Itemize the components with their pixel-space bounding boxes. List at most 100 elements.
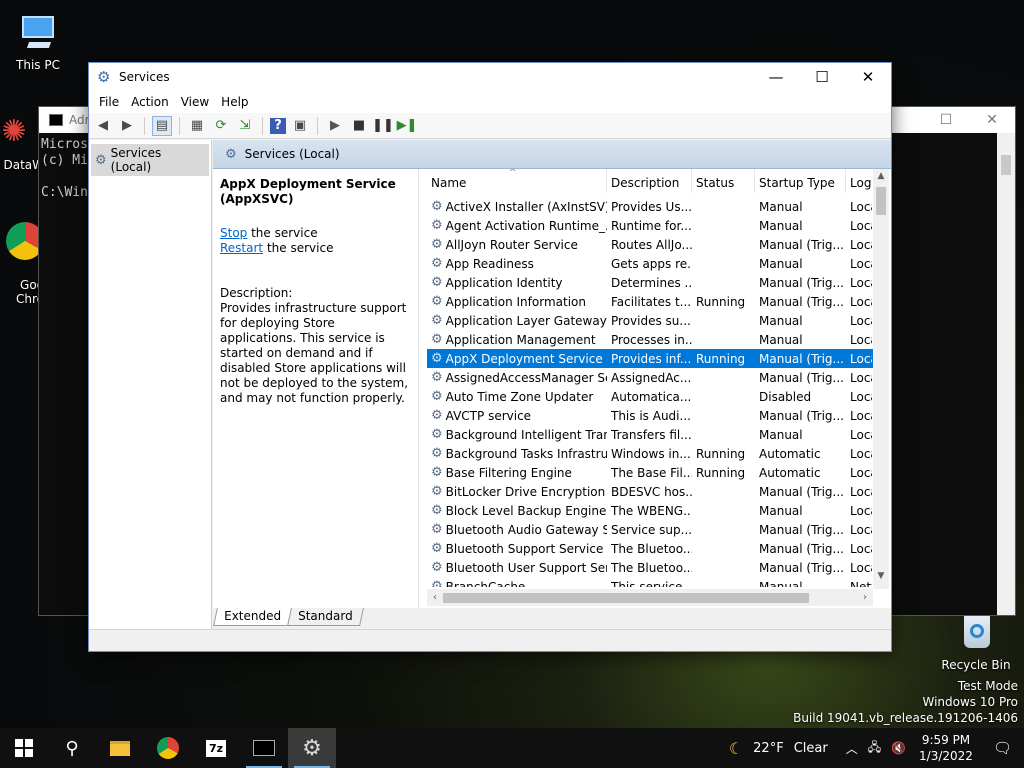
- cmd-close-button[interactable]: ✕: [969, 107, 1015, 133]
- 7zip-button[interactable]: 7z: [192, 728, 240, 768]
- help-icon[interactable]: ?: [270, 117, 286, 134]
- notification-icon[interactable]: 🗨: [981, 739, 1024, 757]
- desktop-icon-recycle-bin[interactable]: Recycle Bin: [936, 610, 1016, 672]
- gear-icon: ⚙: [431, 256, 443, 271]
- table-row[interactable]: ⚙ Agent Activation Runtime_... Runtime for…: [427, 216, 873, 235]
- tab-standard[interactable]: Standard: [287, 608, 364, 626]
- toolbar-separator: [179, 116, 180, 135]
- service-name-cell: ⚙ AllJoyn Router Service: [427, 238, 607, 252]
- table-row[interactable]: ⚙Background Tasks Infrastruc... Windows i…: [427, 444, 873, 463]
- weather-temperature[interactable]: 22°F: [748, 741, 789, 756]
- export-list-icon[interactable]: ⇲: [235, 116, 255, 136]
- services-titlebar[interactable]: ⚙ Services — ☐ ✕: [89, 63, 891, 91]
- network-icon[interactable]: 🖧: [863, 738, 886, 759]
- table-row[interactable]: ⚙ AssignedAccessManager Se... AssignedAc..…: [427, 368, 873, 387]
- column-header-startup-type[interactable]: Startup Type: [755, 169, 846, 193]
- cmd-scrollbar[interactable]: [997, 133, 1015, 615]
- restart-link[interactable]: Restart: [220, 241, 263, 255]
- start-service-icon[interactable]: ▶: [325, 116, 345, 136]
- table-row[interactable]: ⚙ Application Identity Determines ... Manua…: [427, 273, 873, 292]
- table-row[interactable]: ⚙ Block Level Backup Engine ... The WBENG.…: [427, 501, 873, 520]
- gear-icon: ⚙: [431, 446, 443, 461]
- close-button[interactable]: ✕: [845, 63, 891, 91]
- service-logon-cell: Loca: [850, 522, 872, 537]
- stop-service-icon[interactable]: ■: [349, 116, 369, 136]
- tree-item-services-local[interactable]: ⚙ Services (Local): [91, 144, 209, 176]
- forward-arrow-icon[interactable]: ▶: [117, 116, 137, 136]
- table-row[interactable]: ⚙ Auto Time Zone Updater Automatica... Disa…: [427, 387, 873, 406]
- menu-file[interactable]: File: [93, 95, 125, 109]
- chevron-up-icon[interactable]: ︿: [841, 740, 863, 757]
- horizontal-scrollbar[interactable]: ‹ ›: [427, 589, 873, 606]
- table-row[interactable]: ⚙ Bluetooth Support Service The Bluetoo...…: [427, 539, 873, 558]
- selected-service-title: AppX Deployment Service (AppXSVC): [220, 177, 396, 206]
- table-row[interactable]: ⚙ Bluetooth Audio Gateway S... Service sup…: [427, 520, 873, 539]
- table-row[interactable]: ⚙ Application Information Facilitates t...…: [427, 292, 873, 311]
- table-row[interactable]: ⚙ AppX Deployment Service (... Provides in…: [427, 349, 873, 368]
- vertical-scrollbar[interactable]: ▲ ▼: [873, 169, 889, 589]
- cmd-maximize-button[interactable]: ☐: [923, 107, 969, 133]
- toolbar-separator: [144, 116, 145, 135]
- table-row[interactable]: ⚙ BitLocker Drive Encryption ... BDESVC ho…: [427, 482, 873, 501]
- menu-action[interactable]: Action: [125, 95, 175, 109]
- service-description: Description: Provides infrastructure sup…: [220, 286, 412, 406]
- console-icon[interactable]: ▣: [290, 116, 310, 136]
- stop-link[interactable]: Stop: [220, 226, 247, 240]
- table-row[interactable]: ⚙ AllJoyn Router Service Routes AllJo... Ma…: [427, 235, 873, 254]
- table-row[interactable]: ⚙ Base Filtering Engine The Base Fil... Run…: [427, 463, 873, 482]
- services-list[interactable]: Name ^ Description Status Startup Type L…: [427, 169, 889, 608]
- table-row[interactable]: ⚙ Application Layer Gateway ... Provides s…: [427, 311, 873, 330]
- service-description-cell: This service ...: [611, 579, 692, 588]
- start-button[interactable]: [0, 728, 48, 768]
- service-status-cell: Running: [696, 294, 746, 309]
- pause-service-icon[interactable]: ❚❚: [372, 116, 394, 136]
- scroll-thumb[interactable]: [876, 187, 886, 215]
- search-button[interactable]: ⚲: [48, 728, 96, 768]
- service-name: Application Information: [445, 294, 586, 309]
- volume-muted-icon[interactable]: 🔇: [886, 741, 911, 755]
- scroll-thumb[interactable]: [443, 593, 809, 603]
- back-arrow-icon[interactable]: ◀: [93, 116, 113, 136]
- table-row[interactable]: ⚙ Background Intelligent Tran... Transfers…: [427, 425, 873, 444]
- service-status-cell: Running: [696, 351, 746, 366]
- file-explorer-button[interactable]: [96, 728, 144, 768]
- refresh-icon[interactable]: ⟳: [211, 116, 231, 136]
- scroll-down-arrow-icon[interactable]: ▼: [873, 571, 889, 581]
- table-row[interactable]: ⚙BranchCache This service ... Manual Netv: [427, 577, 873, 588]
- service-startup-cell: Manual (Trig...: [759, 560, 844, 575]
- clock[interactable]: 9:59 PM 1/3/2022: [911, 732, 981, 764]
- desktop-icon-this-pc[interactable]: This PC: [0, 10, 76, 72]
- scroll-left-arrow-icon[interactable]: ‹: [427, 589, 443, 606]
- chrome-button[interactable]: [144, 728, 192, 768]
- restart-service-icon[interactable]: ▶❚: [397, 116, 418, 136]
- table-row[interactable]: ⚙App Readiness Gets apps re... Manual Loca: [427, 254, 873, 273]
- gear-icon: ⚙: [431, 579, 443, 587]
- table-row[interactable]: ⚙ Bluetooth User Support Ser... The Blueto…: [427, 558, 873, 577]
- weather-moon-icon[interactable]: ☾: [724, 739, 748, 758]
- cmd-taskbar-button[interactable]: [240, 728, 288, 768]
- toolbar-separator: [262, 116, 263, 135]
- restart-suffix: the service: [263, 241, 334, 255]
- menu-help[interactable]: Help: [215, 95, 254, 109]
- table-row[interactable]: ⚙ Application Management Processes in... Ma…: [427, 330, 873, 349]
- menu-view[interactable]: View: [175, 95, 215, 109]
- show-hide-tree-icon[interactable]: ▤: [152, 115, 172, 136]
- service-startup-cell: Manual (Trig...: [759, 275, 844, 290]
- services-window[interactable]: ⚙ Services — ☐ ✕ File Action View Help ◀…: [88, 62, 892, 652]
- minimize-button[interactable]: —: [753, 63, 799, 91]
- service-name: Application Layer Gateway ...: [445, 313, 607, 328]
- properties-icon[interactable]: ▦: [187, 116, 207, 136]
- scroll-right-arrow-icon[interactable]: ›: [857, 589, 873, 606]
- maximize-button[interactable]: ☐: [799, 63, 845, 91]
- tab-extended[interactable]: Extended: [213, 608, 292, 626]
- scroll-up-arrow-icon[interactable]: ▲: [873, 171, 889, 181]
- table-row[interactable]: ⚙ ActiveX Installer (AxInstSV) Provides Us…: [427, 197, 873, 216]
- column-header-status[interactable]: Status: [692, 169, 755, 193]
- column-header-description[interactable]: Description: [607, 169, 692, 193]
- gear-icon: ⚙: [431, 522, 443, 537]
- column-header-log-on-as[interactable]: Log: [846, 169, 872, 193]
- weather-condition[interactable]: Clear: [789, 741, 833, 756]
- services-taskbar-button[interactable]: ⚙: [288, 728, 336, 768]
- table-row[interactable]: ⚙ AVCTP service This is Audi... Manual (Tri…: [427, 406, 873, 425]
- column-header-name[interactable]: Name ^: [427, 169, 607, 193]
